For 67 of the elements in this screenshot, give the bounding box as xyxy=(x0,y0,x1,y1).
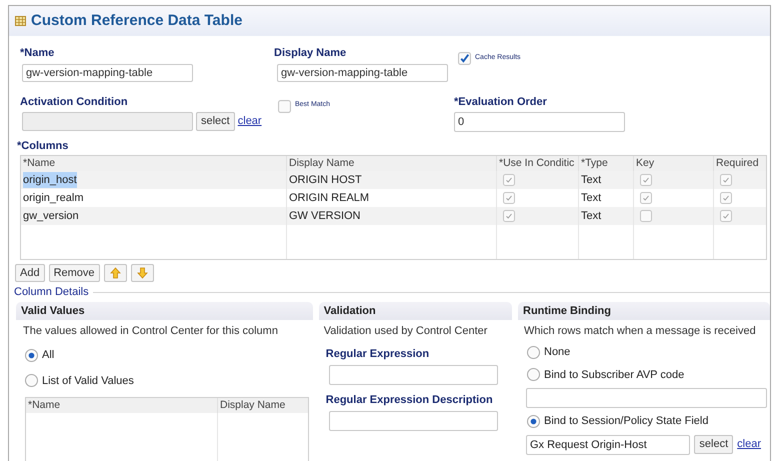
checkbox[interactable] xyxy=(640,192,652,204)
radio-button[interactable] xyxy=(25,374,38,388)
field-label: Regular Expression Description xyxy=(326,393,494,407)
radio-button[interactable] xyxy=(527,368,540,382)
arrow-up-icon xyxy=(110,267,121,279)
radio-label: None xyxy=(544,345,570,360)
column-header[interactable]: *Name xyxy=(21,156,286,171)
table-cell-text: ORIGIN HOST xyxy=(289,172,362,188)
activation-condition-input[interactable] xyxy=(22,112,193,131)
avp-code-input[interactable] xyxy=(526,388,767,408)
table-button[interactable]: Add xyxy=(15,264,45,282)
move-down-button[interactable] xyxy=(130,264,154,282)
panel-description: The values allowed in Control Center for this column xyxy=(22,324,279,338)
radio-label: All xyxy=(42,348,54,363)
field-label: Activation Condition xyxy=(20,95,129,109)
radio-label: List of Valid Values xyxy=(42,374,134,388)
table-cell-text: ORIGIN REALM xyxy=(289,190,370,206)
field-label: Regular Expression xyxy=(326,347,430,361)
panel-description: Validation used by Control Center xyxy=(322,324,488,338)
column-header[interactable]: Display Name xyxy=(217,398,308,413)
table-cell[interactable]: origin_host xyxy=(23,172,77,188)
evaluation-order-input[interactable]: 0 xyxy=(454,112,625,132)
text-input[interactable] xyxy=(328,411,498,431)
column-header[interactable]: *Name xyxy=(26,398,217,413)
radio-label: Bind to Subscriber AVP code xyxy=(544,368,684,382)
table-cell-text: Text xyxy=(581,172,602,188)
clear-link[interactable]: clear xyxy=(737,436,761,453)
name-input[interactable]: gw-version-mapping-table xyxy=(22,64,193,82)
page-title: Custom Reference Data Table xyxy=(31,10,242,31)
arrow-down-icon xyxy=(136,267,148,279)
table-cell-text: Text xyxy=(581,208,602,224)
checkbox[interactable] xyxy=(720,192,732,204)
panel-header: Validation xyxy=(318,302,512,320)
table-cell[interactable]: gw_version xyxy=(23,208,79,224)
field-label: Display Name xyxy=(274,46,348,60)
radio-label: Bind to Session/Policy State Field xyxy=(544,414,708,429)
section-label: *Columns xyxy=(17,139,70,153)
field-label: *Name xyxy=(20,46,56,60)
table-button[interactable]: Remove xyxy=(48,264,100,282)
panel-header: Runtime Binding xyxy=(518,302,770,320)
checkbox[interactable] xyxy=(503,210,515,222)
checkbox[interactable] xyxy=(720,174,732,186)
section-label: Column Details xyxy=(14,285,89,300)
table-cell-text: Text xyxy=(581,190,602,206)
checkbox[interactable] xyxy=(503,174,515,186)
state-field-input[interactable]: Gx Request Origin-Host xyxy=(526,434,690,454)
panel-description: Which rows match when a message is received xyxy=(523,324,757,338)
checkbox[interactable] xyxy=(458,52,471,64)
checkbox[interactable] xyxy=(503,192,515,204)
radio-button[interactable] xyxy=(527,414,540,428)
panel-header: Valid Values xyxy=(16,302,313,320)
text-input[interactable] xyxy=(328,365,498,385)
radio-button[interactable] xyxy=(25,348,38,362)
checkbox[interactable] xyxy=(720,210,732,222)
table-cell[interactable]: origin_realm xyxy=(23,190,84,206)
table-icon xyxy=(15,16,26,26)
radio-button[interactable] xyxy=(527,346,540,359)
select-button[interactable]: select xyxy=(196,112,235,131)
field-label: *Evaluation Order xyxy=(454,95,548,109)
move-up-button[interactable] xyxy=(104,264,127,282)
checkbox[interactable] xyxy=(278,100,291,113)
checkbox[interactable] xyxy=(640,210,652,222)
clear-link[interactable]: clear xyxy=(238,113,262,130)
table-cell-text: GW VERSION xyxy=(289,208,361,224)
display-name-input[interactable]: gw-version-mapping-table xyxy=(277,64,448,82)
select-button[interactable]: select xyxy=(694,435,734,454)
checkbox[interactable] xyxy=(640,174,652,186)
